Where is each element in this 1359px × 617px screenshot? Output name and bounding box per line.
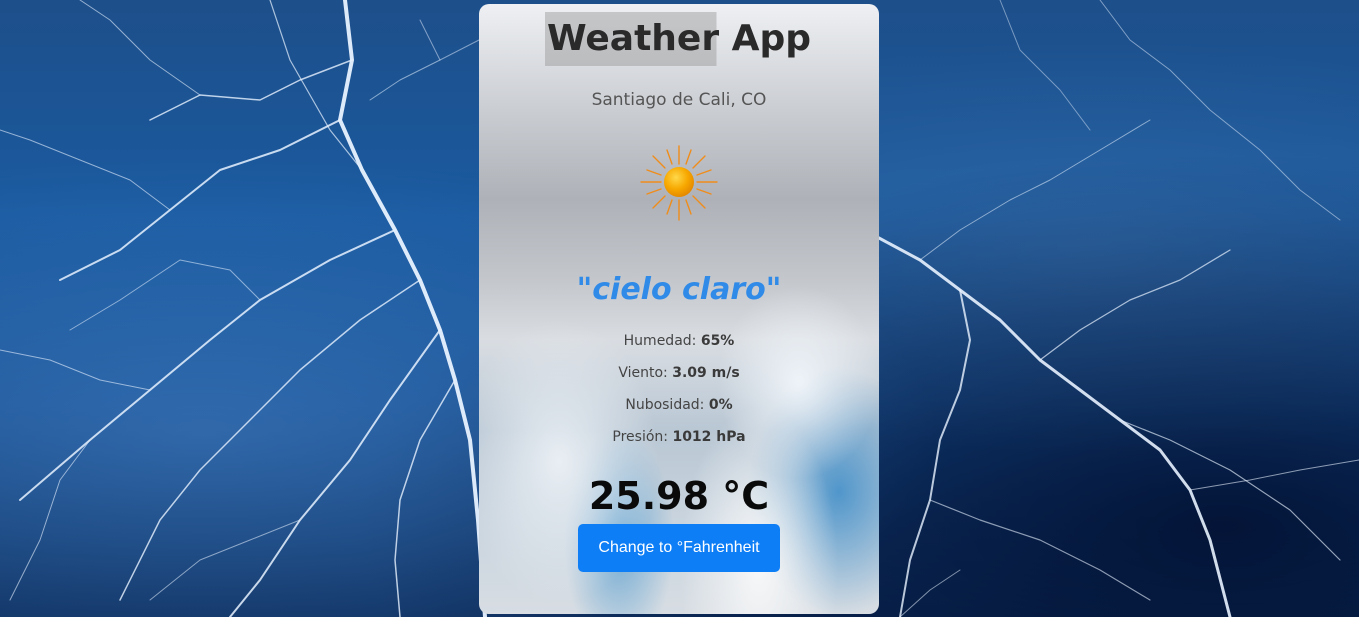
city-name: Santiago de Cali, CO — [591, 90, 767, 110]
cloudiness-label: Nubosidad: — [625, 397, 709, 413]
humidity-value: 65% — [700, 333, 735, 349]
wind-label: Viento: — [618, 365, 673, 381]
weather-description: "cielo claro" — [576, 272, 782, 307]
change-unit-button[interactable]: Change to °Fahrenheit — [578, 524, 780, 572]
weather-card: Weather App Santiago de Cali, CO "cielo … — [479, 4, 879, 614]
pressure-value: 1012 hPa — [672, 429, 746, 445]
title-wrapper: Weather App — [479, 12, 879, 66]
wind-row: Viento: 3.09 m/s — [479, 362, 879, 394]
pressure-row: Presión: 1012 hPa — [479, 426, 879, 458]
humidity-label: Humedad: — [623, 333, 701, 349]
cloudiness-row: Nubosidad: 0% — [479, 394, 879, 426]
temperature-value: 25.98 °C — [588, 474, 770, 518]
app-title: Weather App — [544, 12, 814, 66]
weather-details: Humedad: 65% Viento: 3.09 m/s Nubosidad:… — [479, 330, 879, 458]
pressure-label: Presión: — [612, 429, 673, 445]
sun-icon — [640, 145, 718, 221]
wind-value: 3.09 m/s — [672, 365, 740, 381]
humidity-row: Humedad: 65% — [479, 330, 879, 362]
cloudiness-value: 0% — [708, 397, 733, 413]
